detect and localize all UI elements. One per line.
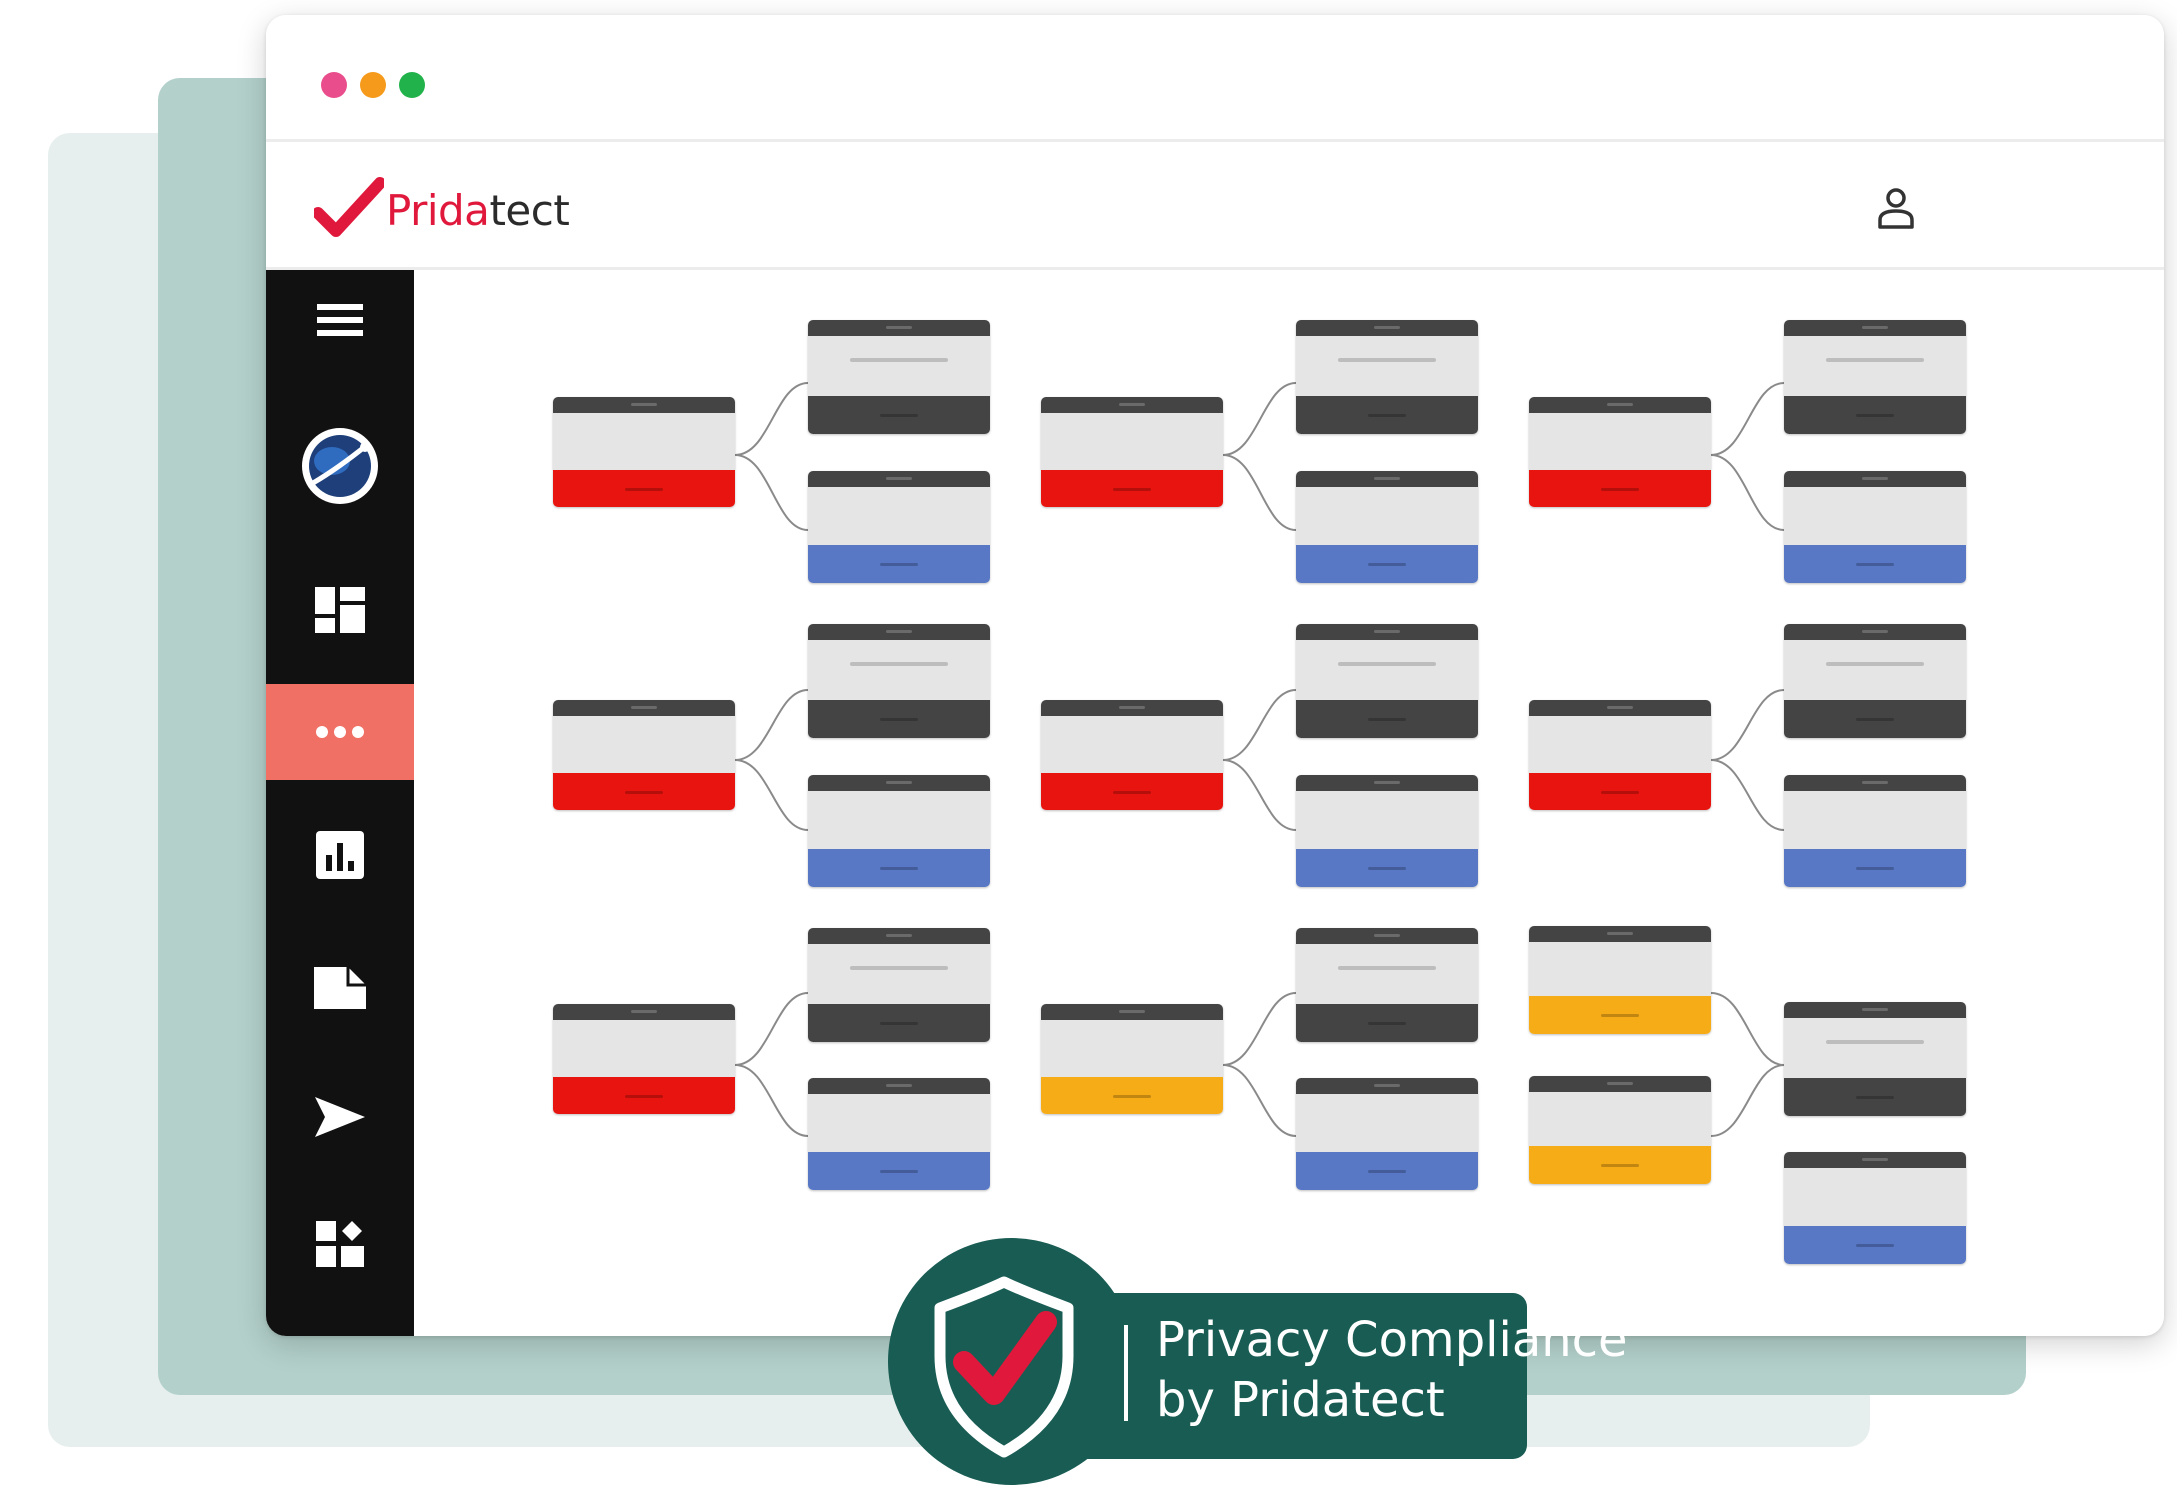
flow-node[interactable] bbox=[553, 700, 735, 810]
app-header: Pridatect bbox=[266, 142, 2164, 270]
maximize-window-dot[interactable] bbox=[399, 72, 425, 98]
window-titlebar bbox=[266, 15, 2164, 142]
close-window-dot[interactable] bbox=[321, 72, 347, 98]
flow-node[interactable] bbox=[1784, 624, 1966, 738]
sidebar-nav bbox=[266, 270, 414, 1336]
dashboard-icon bbox=[315, 587, 365, 633]
badge-title: Privacy Compliance bbox=[1156, 1312, 1628, 1368]
flow-node[interactable] bbox=[808, 624, 990, 738]
minimize-window-dot[interactable] bbox=[360, 72, 386, 98]
flow-node[interactable] bbox=[1784, 1152, 1966, 1264]
flow-node[interactable] bbox=[808, 320, 990, 434]
flow-node[interactable] bbox=[808, 1078, 990, 1190]
privacy-compliance-badge: Privacy Compliance by Pridatect bbox=[888, 1238, 1640, 1491]
widgets-icon bbox=[316, 1221, 364, 1267]
flow-node[interactable] bbox=[1296, 928, 1478, 1042]
globe-icon bbox=[302, 428, 378, 504]
pridatect-logo[interactable]: Pridatect bbox=[314, 167, 570, 239]
logo-wordmark: Pridatect bbox=[386, 186, 570, 235]
flow-node[interactable] bbox=[1529, 397, 1711, 507]
sidebar-item-menu[interactable] bbox=[266, 272, 414, 368]
flow-node[interactable] bbox=[1529, 1076, 1711, 1184]
sidebar-item-dashboard[interactable] bbox=[266, 562, 414, 658]
user-account-button[interactable] bbox=[1872, 185, 1920, 233]
badge-circle bbox=[888, 1238, 1135, 1485]
flow-node[interactable] bbox=[808, 471, 990, 583]
flow-node[interactable] bbox=[1296, 624, 1478, 738]
document-icon bbox=[314, 967, 366, 1009]
checkmark-logo-icon bbox=[314, 177, 384, 237]
flow-node[interactable] bbox=[808, 928, 990, 1042]
flow-node[interactable] bbox=[1296, 320, 1478, 434]
send-icon bbox=[315, 1097, 365, 1137]
flow-node[interactable] bbox=[1041, 397, 1223, 507]
more-dots-icon bbox=[316, 726, 364, 738]
flow-node[interactable] bbox=[1296, 1078, 1478, 1190]
flow-node[interactable] bbox=[808, 775, 990, 887]
flow-node[interactable] bbox=[1296, 775, 1478, 887]
flow-node[interactable] bbox=[1041, 1004, 1223, 1114]
flow-node[interactable] bbox=[1041, 700, 1223, 810]
flow-node[interactable] bbox=[1529, 700, 1711, 810]
flow-node[interactable] bbox=[553, 1004, 735, 1114]
flow-node[interactable] bbox=[1784, 1002, 1966, 1116]
sidebar-item-widgets[interactable] bbox=[266, 1196, 414, 1292]
flow-node[interactable] bbox=[1529, 926, 1711, 1034]
flow-node[interactable] bbox=[1784, 775, 1966, 887]
sidebar-item-reports[interactable] bbox=[266, 807, 414, 903]
user-icon bbox=[1878, 188, 1914, 229]
flow-node[interactable] bbox=[1784, 320, 1966, 434]
flow-node[interactable] bbox=[1784, 471, 1966, 583]
sidebar-item-send[interactable] bbox=[266, 1069, 414, 1165]
sidebar-item-documents[interactable] bbox=[266, 940, 414, 1036]
shield-check-icon bbox=[934, 1276, 1074, 1458]
badge-divider bbox=[1124, 1325, 1128, 1421]
flow-node[interactable] bbox=[553, 397, 735, 507]
bar-chart-icon bbox=[316, 831, 364, 879]
sidebar-item-flows[interactable] bbox=[266, 684, 414, 780]
flow-node[interactable] bbox=[1296, 471, 1478, 583]
badge-subtitle: by Pridatect bbox=[1156, 1372, 1445, 1428]
sidebar-item-globe[interactable] bbox=[266, 418, 414, 514]
menu-icon bbox=[317, 304, 363, 336]
